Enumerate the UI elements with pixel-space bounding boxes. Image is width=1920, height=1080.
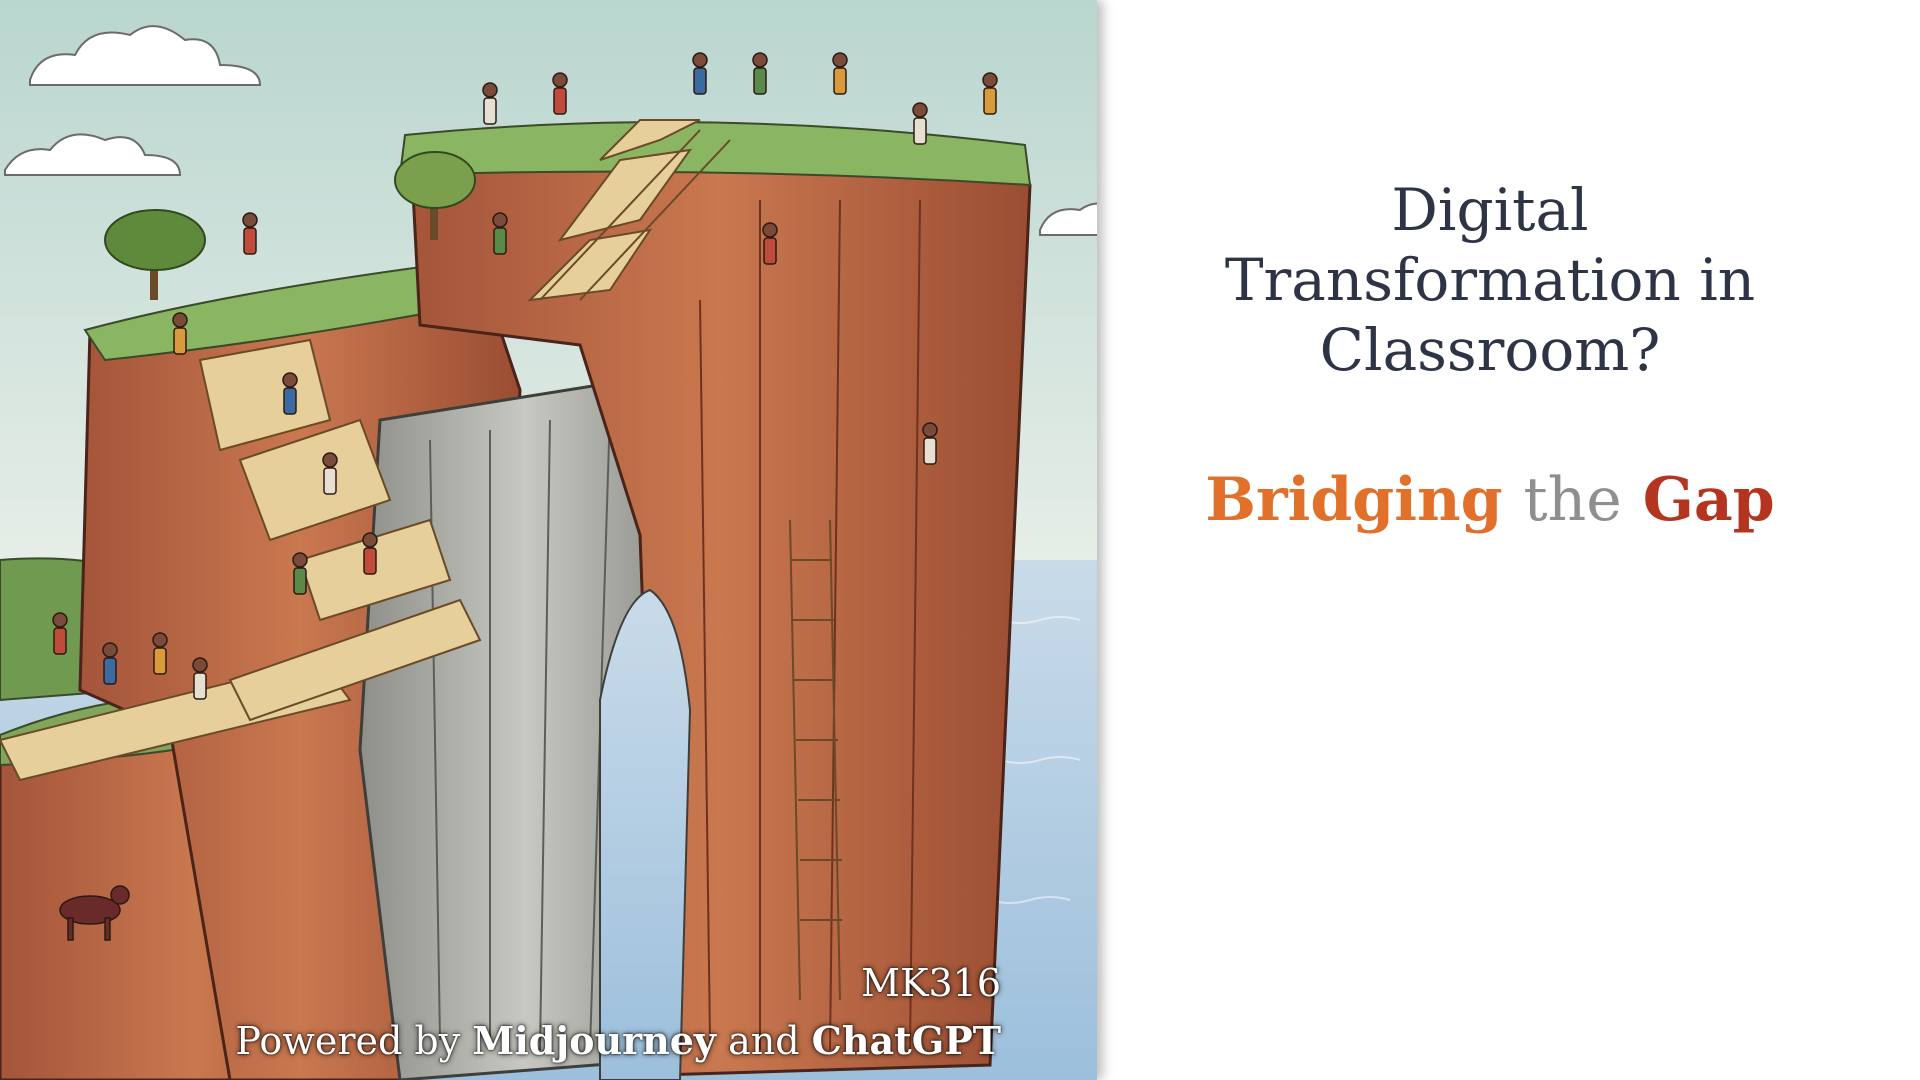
subtitle-word-bridging: Bridging	[1205, 465, 1503, 535]
cliff-illustration: MK316 Powered by Midjourney and ChatGPT	[0, 0, 1097, 1080]
caption-connector: and	[728, 1019, 800, 1063]
subtitle-word-the: the	[1523, 465, 1622, 535]
title-line-2: Transformation in	[1224, 246, 1756, 314]
course-code: MK316	[861, 961, 1001, 1005]
powered-by-line: Powered by Midjourney and ChatGPT	[235, 1012, 1001, 1070]
title-line-3: Classroom?	[1319, 316, 1661, 384]
slide: MK316 Powered by Midjourney and ChatGPT …	[0, 0, 1920, 1080]
powered-by-prefix: Powered by	[235, 1019, 461, 1063]
cliff-illustration-svg	[0, 0, 1097, 1080]
subtitle-word-gap: Gap	[1642, 465, 1775, 535]
slide-title: Digital Transformation in Classroom?	[1140, 175, 1840, 385]
image-caption: MK316 Powered by Midjourney and ChatGPT	[235, 954, 1001, 1070]
title-block: Digital Transformation in Classroom? Bri…	[1140, 175, 1840, 535]
slide-subtitle: Bridging the Gap	[1140, 465, 1840, 535]
title-line-1: Digital	[1391, 176, 1589, 244]
tool-midjourney: Midjourney	[472, 1018, 716, 1063]
tool-chatgpt: ChatGPT	[811, 1018, 1001, 1063]
